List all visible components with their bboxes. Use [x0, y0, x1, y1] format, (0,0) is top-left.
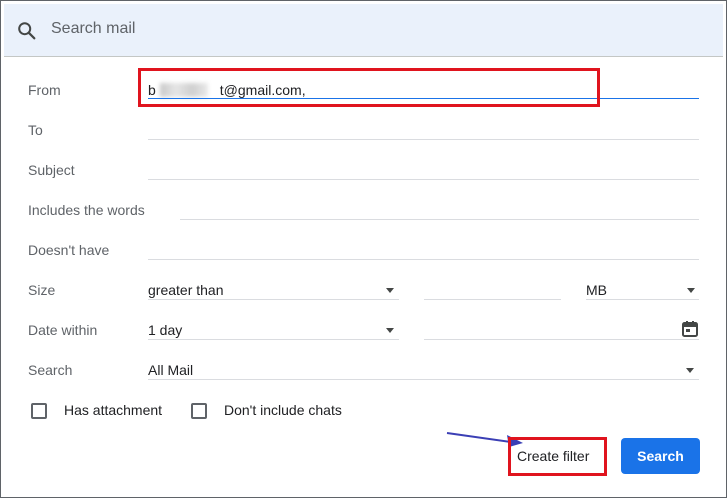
includes-words-label: Includes the words — [28, 202, 145, 218]
date-within-value: 1 day — [148, 322, 183, 338]
date-input[interactable] — [424, 339, 699, 340]
dont-include-chats-checkbox[interactable] — [191, 403, 207, 419]
search-bar[interactable]: Search mail — [4, 4, 723, 57]
create-filter-highlight-box — [508, 437, 607, 476]
subject-label: Subject — [28, 162, 75, 178]
search-scope-underline — [148, 379, 699, 380]
subject-input[interactable] — [148, 179, 699, 180]
from-label: From — [28, 82, 61, 98]
search-placeholder[interactable]: Search mail — [51, 20, 135, 38]
search-button-label: Search — [637, 448, 684, 464]
search-scope-label: Search — [28, 362, 73, 378]
to-label: To — [28, 122, 43, 138]
to-input[interactable] — [148, 139, 699, 140]
size-unit-value: MB — [586, 282, 607, 298]
search-icon[interactable] — [16, 20, 38, 42]
from-highlight-box — [138, 68, 600, 107]
doesnt-have-label: Doesn't have — [28, 242, 110, 258]
chevron-down-icon — [686, 368, 694, 373]
chevron-down-icon — [687, 288, 695, 293]
date-within-underline — [148, 339, 399, 340]
chevron-down-icon — [386, 288, 394, 293]
has-attachment-label[interactable]: Has attachment — [64, 402, 162, 418]
search-scope-value: All Mail — [148, 362, 194, 378]
size-label: Size — [28, 282, 56, 298]
size-operator-underline — [148, 299, 399, 300]
dont-include-chats-label[interactable]: Don't include chats — [224, 402, 342, 418]
size-value-input[interactable] — [424, 299, 561, 300]
size-unit-underline — [586, 299, 699, 300]
calendar-icon[interactable] — [681, 320, 699, 338]
date-within-label: Date within — [28, 322, 98, 338]
has-attachment-checkbox[interactable] — [31, 403, 47, 419]
size-operator-value: greater than — [148, 282, 224, 298]
chevron-down-icon — [386, 328, 394, 333]
doesnt-have-input[interactable] — [148, 259, 699, 260]
includes-words-input[interactable] — [180, 219, 699, 220]
search-button[interactable]: Search — [621, 438, 700, 474]
